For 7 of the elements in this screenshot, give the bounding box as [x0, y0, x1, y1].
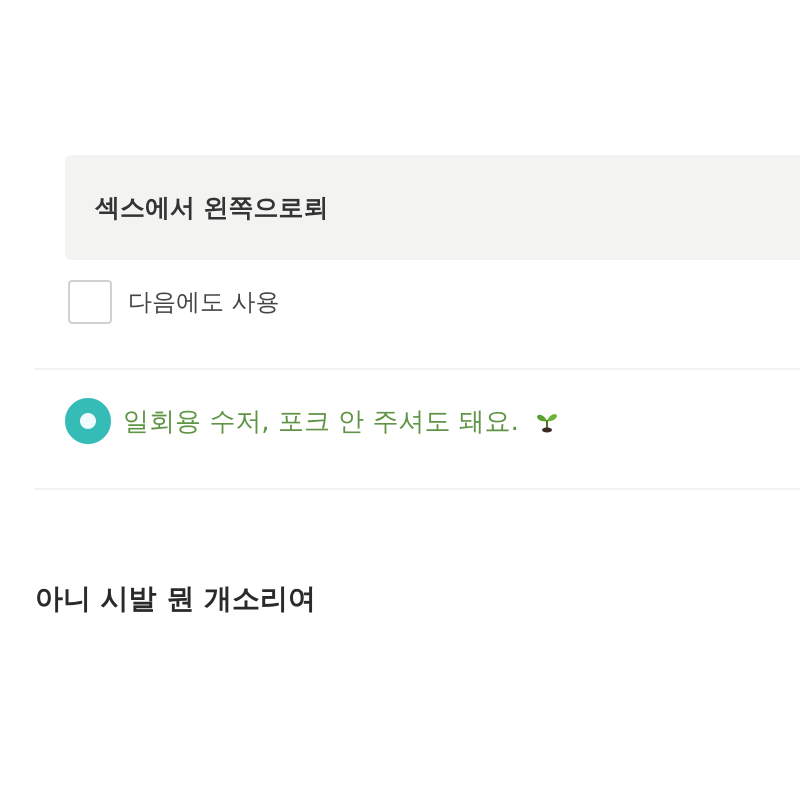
request-field[interactable]: 섹스에서 왼쪽으로뢰 — [65, 155, 800, 260]
request-text: 섹스에서 왼쪽으로뢰 — [95, 192, 329, 224]
caption-text: 아니 시발 뭔 개소리여 — [35, 581, 318, 617]
radio-label: 일회용 수저, 포크 안 주셔도 돼요. — [123, 406, 519, 438]
checkbox-label: 다음에도 사용 — [128, 287, 280, 318]
checkbox[interactable] — [68, 280, 112, 324]
radio-button[interactable] — [65, 398, 111, 444]
